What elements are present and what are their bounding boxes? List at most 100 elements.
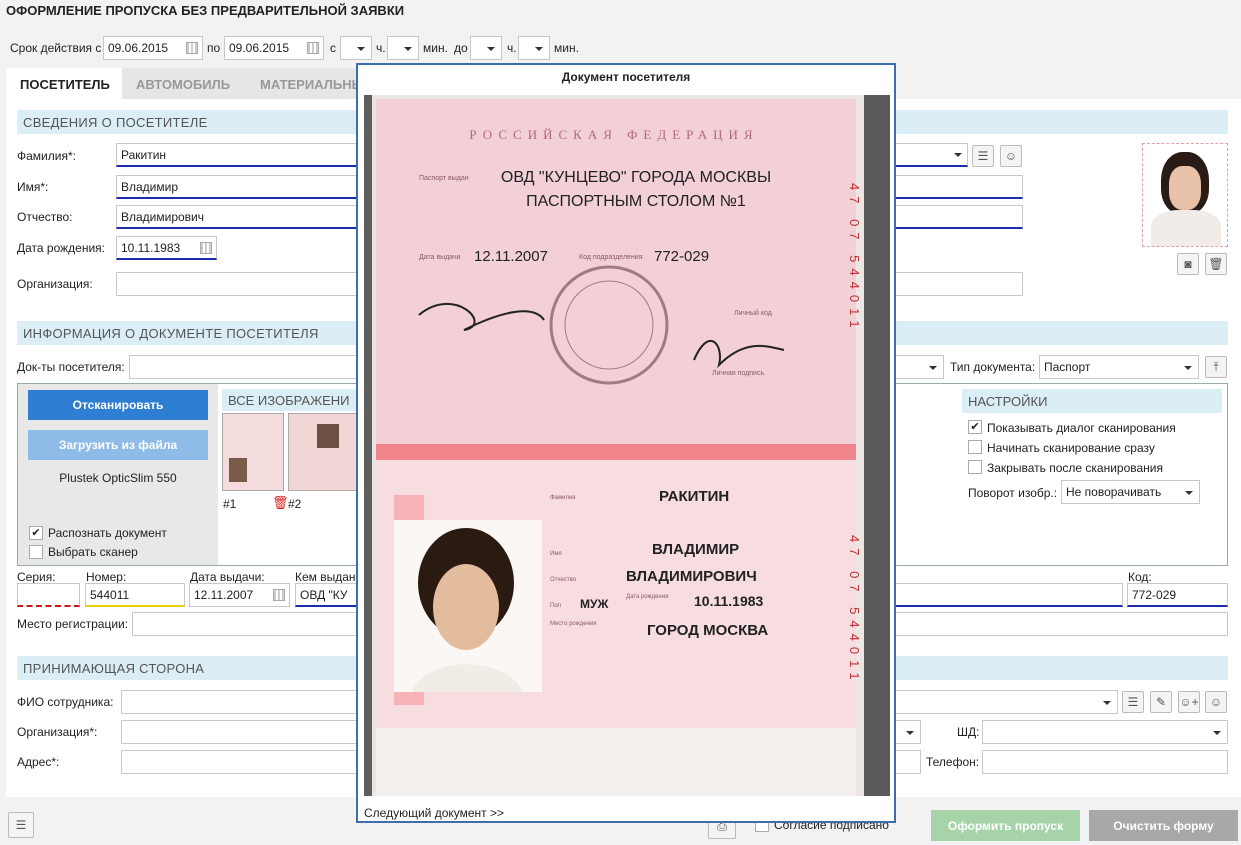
scan-edge: [864, 95, 890, 796]
add-user-icon[interactable]: ☺+: [1178, 691, 1200, 713]
start-immediately-label: Начинать сканирование сразу: [987, 441, 1155, 455]
from-minute-select[interactable]: [387, 36, 419, 60]
tab-visitor[interactable]: ПОСЕТИТЕЛЬ: [6, 68, 122, 99]
rotate-label: Поворот изобр.:: [968, 486, 1058, 500]
validity-from-date[interactable]: 09.06.2015: [103, 36, 203, 60]
issue-date-value: 12.11.2007: [194, 588, 254, 602]
minute-label: мин.: [423, 41, 448, 55]
validity-to-value: 09.06.2015: [229, 41, 290, 55]
birthdate-input[interactable]: 10.11.1983: [116, 236, 217, 260]
thumbnail-2[interactable]: [288, 413, 358, 491]
to-hour-select[interactable]: [470, 36, 502, 60]
passport-birthdate-caption: Дата рождения: [626, 594, 668, 600]
passport-scan-image: РОССИЙСКАЯ ФЕДЕРАЦИЯ Паспорт выдан ОВД "…: [364, 95, 890, 796]
passport-country: РОССИЙСКАЯ ФЕДЕРАЦИЯ: [469, 127, 758, 142]
passport-birthplace-caption: Место рождения: [550, 621, 596, 627]
camera-icon[interactable]: ◙: [1177, 253, 1199, 275]
log-icon[interactable]: ☰: [8, 812, 34, 838]
recognize-checkbox[interactable]: ✔: [29, 526, 43, 540]
all-images-header: ВСЕ ИЗОБРАЖЕНИ: [222, 389, 372, 411]
next-document-link[interactable]: Следующий документ >>: [364, 806, 504, 820]
show-dialog-checkbox[interactable]: ✔: [968, 420, 982, 434]
thumbnail-1[interactable]: [222, 413, 284, 491]
choose-scanner-checkbox[interactable]: [29, 545, 43, 559]
passport-sex-caption: Пол: [550, 603, 562, 609]
number-value: 544011: [90, 588, 130, 602]
tab-materials[interactable]: МАТЕРИАЛЬНЫ: [246, 68, 366, 99]
minute-label-2: мин.: [554, 41, 579, 55]
shd-label: ШД:: [957, 725, 980, 739]
close-after-checkbox[interactable]: [968, 460, 982, 474]
issue-date-input[interactable]: 12.11.2007: [189, 583, 290, 607]
doctype-select[interactable]: Паспорт: [1039, 355, 1199, 379]
number-label: Номер:: [86, 570, 127, 584]
from-time-label: с: [330, 41, 336, 55]
close-after-label: Закрывать после сканирования: [987, 461, 1163, 475]
passport-issue-date-caption: Дата выдачи: [419, 254, 461, 261]
validity-from-value: 09.06.2015: [108, 41, 169, 55]
issued-by-value: ОВД "КУ: [300, 588, 348, 602]
scan-bottom: [376, 728, 856, 796]
validity-to-date[interactable]: 09.06.2015: [224, 36, 324, 60]
passport-serial-upper: 47 07 544011: [847, 183, 862, 334]
phone-label: Телефон:: [926, 755, 980, 769]
doctype-label: Тип документа:: [950, 360, 1036, 374]
validity-label: Срок действия с: [10, 41, 102, 55]
to-minute-select[interactable]: [518, 36, 550, 60]
document-viewer-modal: Документ посетителя РОССИЙСКАЯ ФЕДЕРАЦИЯ…: [356, 63, 896, 823]
photo-face: [433, 564, 499, 650]
passport-svg: РОССИЙСКАЯ ФЕДЕРАЦИЯ Паспорт выдан ОВД "…: [372, 95, 890, 796]
start-immediately-checkbox[interactable]: [968, 440, 982, 454]
passport-issue-date: 12.11.2007: [474, 248, 548, 265]
load-file-button[interactable]: Загрузить из файла: [28, 430, 208, 460]
org-label: Организация:: [17, 277, 93, 291]
scan-button[interactable]: Отсканировать: [28, 390, 208, 420]
recognize-label: Распознать документ: [48, 526, 167, 540]
shd-select[interactable]: [982, 720, 1228, 744]
patronymic-label: Отчество:: [17, 210, 73, 224]
address-label: Адрес*:: [17, 755, 60, 769]
delete-icon[interactable]: 🗑: [272, 495, 289, 511]
phone-input[interactable]: [982, 750, 1228, 774]
document-list-icon-2[interactable]: ☰: [1122, 691, 1144, 713]
clear-form-button[interactable]: Очистить форму: [1089, 810, 1238, 841]
issued-by-label: Кем выдан: [295, 570, 356, 584]
user-icon-2[interactable]: ☺: [1205, 691, 1227, 713]
upload-icon[interactable]: ⤒: [1205, 356, 1227, 378]
code-input[interactable]: 772-029: [1127, 583, 1228, 607]
edit-icon[interactable]: ✎: [1150, 691, 1172, 713]
visitor-photo: [1142, 143, 1228, 247]
code-label: Код:: [1128, 570, 1152, 584]
user-icon[interactable]: ☺: [1000, 145, 1022, 167]
registration-label: Место регистрации:: [17, 617, 129, 631]
document-list-icon[interactable]: ☰: [972, 145, 994, 167]
calendar-icon[interactable]: [307, 42, 319, 54]
settings-header: НАСТРОЙКИ: [962, 389, 1222, 413]
validity-to-label: по: [207, 41, 221, 55]
host-org-label: Организация*:: [17, 725, 98, 739]
issue-date-label: Дата выдачи:: [190, 570, 265, 584]
calendar-icon[interactable]: [273, 589, 285, 601]
visitor-docs-label: Док-ты посетителя:: [17, 360, 125, 374]
trash-icon[interactable]: 🗑: [1205, 253, 1227, 275]
calendar-icon[interactable]: [200, 242, 212, 254]
calendar-icon[interactable]: [186, 42, 198, 54]
lastname-value: Ракитин: [121, 148, 167, 162]
number-input[interactable]: 544011: [85, 583, 185, 607]
until-label: до: [454, 41, 468, 55]
scanner-name: Plustek OpticSlim 550: [59, 471, 177, 485]
employee-label: ФИО сотрудника:: [17, 695, 114, 709]
birthdate-value: 10.11.1983: [121, 241, 181, 255]
rotate-select[interactable]: Не поворачивать: [1061, 480, 1200, 504]
lastname-dropdown[interactable]: [948, 143, 968, 167]
page-title: ОФОРМЛЕНИЕ ПРОПУСКА БЕЗ ПРЕДВАРИТЕЛЬНОЙ …: [6, 3, 405, 18]
rotate-value: Не поворачивать: [1066, 485, 1162, 499]
code-value: 772-029: [1132, 588, 1177, 602]
from-hour-select[interactable]: [340, 36, 372, 60]
choose-scanner-label: Выбрать сканер: [48, 545, 138, 559]
passport-patronymic-caption: Отчество: [550, 577, 577, 583]
issue-pass-button[interactable]: Оформить пропуск: [931, 810, 1080, 841]
series-input[interactable]: [17, 583, 80, 607]
patronymic-value: Владимирович: [121, 210, 205, 224]
tab-vehicle[interactable]: АВТОМОБИЛЬ: [122, 68, 246, 99]
